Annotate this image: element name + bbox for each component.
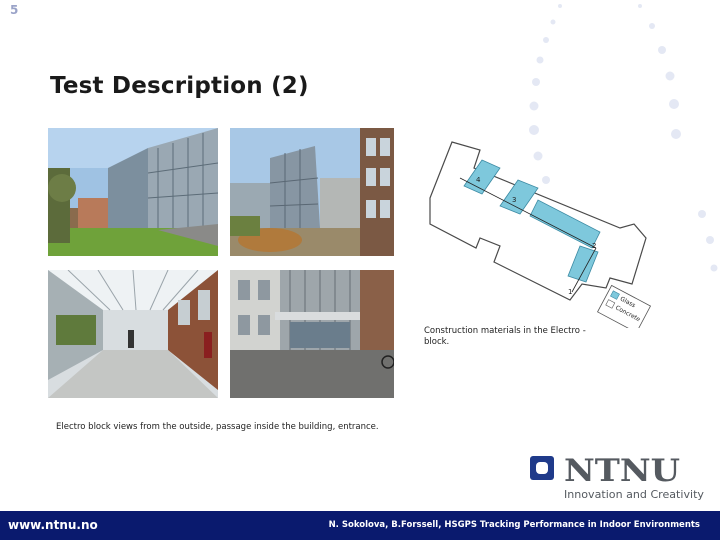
plan-legend: Glass Concrete xyxy=(597,284,652,328)
photo-interior-passage xyxy=(48,270,218,398)
footer-url-link[interactable]: www.ntnu.no xyxy=(8,518,98,532)
photo-entrance xyxy=(230,270,394,398)
photo-exterior-courtyard xyxy=(230,128,394,256)
glass-sections xyxy=(463,159,601,283)
slide-number: 5 xyxy=(10,3,19,17)
logo-name: NTNU xyxy=(564,453,680,489)
plan-label-2: 2 xyxy=(592,242,596,250)
photos-caption: Electro block views from the outside, pa… xyxy=(56,422,379,432)
footer-credit: N. Sokolova, B.Forssell, HSGPS Tracking … xyxy=(328,520,700,530)
logo-tagline: Innovation and Creativity xyxy=(564,489,704,501)
floor-plan-diagram: 4 3 2 1 Glass Concrete xyxy=(429,141,652,328)
plan-caption: Construction materials in the Electro - … xyxy=(424,326,586,347)
photo-exterior-lawn xyxy=(48,128,218,256)
footer-bar: www.ntnu.no N. Sokolova, B.Forssell, HSG… xyxy=(0,511,720,540)
slide-title: Test Description (2) xyxy=(50,73,309,99)
plan-label-1: 1 xyxy=(568,288,572,296)
plan-label-3: 3 xyxy=(512,196,516,204)
ntnu-logo: NTNU Innovation and Creativity xyxy=(528,452,708,508)
plan-label-4: 4 xyxy=(476,176,481,184)
